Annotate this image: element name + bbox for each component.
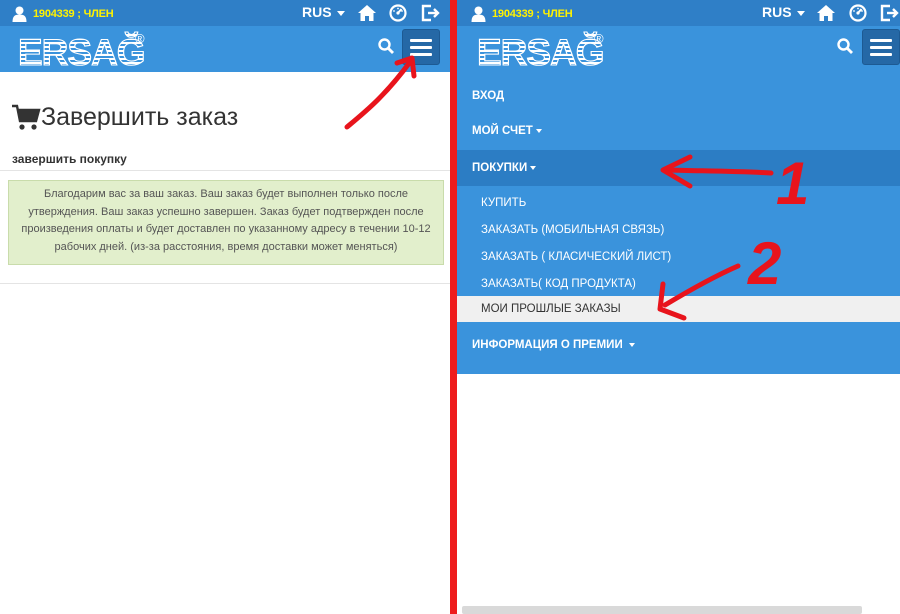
nav-subitem-order-code[interactable]: ЗАКАЗАТЬ( КОД ПРОДУКТА) xyxy=(457,270,900,297)
language-label: RUS xyxy=(762,4,792,20)
language-selector[interactable]: RUS xyxy=(302,3,345,21)
divider xyxy=(0,283,450,284)
caret-down-icon xyxy=(336,10,345,16)
success-alert: Благодарим вас за ваш заказ. Ваш заказ б… xyxy=(8,180,444,265)
alert-line: утверждения. Ваш заказ успешно завершен.… xyxy=(28,205,424,218)
nav-item-label: ВХОД xyxy=(472,90,505,102)
header: ERSAĞ ® xyxy=(457,26,900,72)
nav-subitem-label: ЗАКАЗАТЬ (МОБИЛЬНАЯ СВЯЗЬ) xyxy=(481,223,665,236)
alert-line: произведения оплаты и будет доставлен по… xyxy=(21,223,431,235)
alert-line: Благодарим вас за ваш заказ. Ваш заказ б… xyxy=(44,188,408,200)
nav-item-purchases[interactable]: ПОКУПКИ xyxy=(457,150,900,186)
dashboard-icon[interactable] xyxy=(848,3,868,23)
language-label: RUS xyxy=(302,4,332,20)
scrollbar[interactable] xyxy=(462,606,862,614)
header: ERSAĞ ® xyxy=(0,26,450,72)
logout-icon[interactable] xyxy=(879,3,899,23)
page-heading: Завершить заказ xyxy=(11,102,238,132)
nav-subitem-label: ЗАКАЗАТЬ ( КЛАСИЧЕСКИЙ ЛИСТ) xyxy=(481,250,672,263)
caret-down-icon xyxy=(530,166,537,170)
user-info[interactable]: 1904339 ; ЧЛЕН xyxy=(12,5,114,22)
user-icon xyxy=(12,6,27,22)
caret-down-icon xyxy=(628,343,635,347)
menu-toggle-button[interactable] xyxy=(862,29,900,65)
registered-mark: ® xyxy=(135,31,145,46)
top-bar: 1904339 ; ЧЛЕН RUS xyxy=(0,0,450,26)
user-id-role: 1904339 ; ЧЛЕН xyxy=(492,7,573,20)
user-id-role: 1904339 ; ЧЛЕН xyxy=(33,7,114,20)
nav-subitem-label: КУПИТЬ xyxy=(481,197,527,209)
page-subtitle: завершить покупку xyxy=(12,152,127,166)
cart-icon xyxy=(12,104,41,130)
language-selector[interactable]: RUS xyxy=(762,3,805,21)
dashboard-icon[interactable] xyxy=(388,3,408,23)
registered-mark: ® xyxy=(594,31,604,46)
nav-item-account[interactable]: МОЙ СЧЕТ xyxy=(457,117,900,145)
home-icon[interactable] xyxy=(816,3,836,23)
home-icon[interactable] xyxy=(357,3,377,23)
ersag-logo[interactable]: ERSAĞ ® xyxy=(18,30,153,68)
nav-item-label: ПОКУПКИ xyxy=(472,162,528,174)
search-icon[interactable] xyxy=(377,37,395,55)
nav-item-bonus-info[interactable]: ИНФОРМАЦИЯ О ПРЕМИИ xyxy=(457,331,900,359)
nav-subitem-past-orders[interactable]: МОИ ПРОШЛЫЕ ЗАКАЗЫ xyxy=(457,296,900,322)
search-icon[interactable] xyxy=(836,37,854,55)
right-screen: 1904339 ; ЧЛЕН RUS ERSAĞ ® ВХОД МОЙ СЧЕТ… xyxy=(457,0,900,614)
nav-subitem-buy[interactable]: КУПИТЬ xyxy=(457,190,900,216)
page-title: Завершить заказ xyxy=(41,102,239,131)
top-bar: 1904339 ; ЧЛЕН RUS xyxy=(457,0,900,26)
nav-subitem-order-mobile[interactable]: ЗАКАЗАТЬ (МОБИЛЬНАЯ СВЯЗЬ) xyxy=(457,216,900,243)
main-nav-menu: ВХОД МОЙ СЧЕТ ПОКУПКИ КУПИТЬ ЗАКАЗАТЬ (М… xyxy=(457,72,900,374)
nav-item-login[interactable]: ВХОД xyxy=(457,82,900,110)
red-divider xyxy=(450,0,457,614)
user-info[interactable]: 1904339 ; ЧЛЕН xyxy=(471,5,573,22)
ersag-logo[interactable]: ERSAĞ ® xyxy=(477,30,612,68)
nav-item-label: МОЙ СЧЕТ xyxy=(472,125,533,137)
divider xyxy=(0,170,450,171)
menu-toggle-button[interactable] xyxy=(402,29,440,65)
alert-line: рабочих дней. (из-за расстояния, время д… xyxy=(54,240,398,253)
logout-icon[interactable] xyxy=(420,3,440,23)
nav-item-label: ИНФОРМАЦИЯ О ПРЕМИИ xyxy=(472,339,623,351)
nav-subitem-label: ЗАКАЗАТЬ( КОД ПРОДУКТА) xyxy=(481,277,636,290)
caret-down-icon xyxy=(535,129,542,133)
caret-down-icon xyxy=(796,10,805,16)
nav-subitem-order-classic[interactable]: ЗАКАЗАТЬ ( КЛАСИЧЕСКИЙ ЛИСТ) xyxy=(457,243,900,270)
logo-text: ERSAĞ xyxy=(477,32,604,68)
logo-text: ERSAĞ xyxy=(18,32,145,68)
menu-icon xyxy=(410,38,432,42)
menu-icon xyxy=(870,38,892,42)
user-icon xyxy=(471,6,486,22)
nav-subitem-label: МОИ ПРОШЛЫЕ ЗАКАЗЫ xyxy=(481,303,621,315)
left-screen: 1904339 ; ЧЛЕН RUS ERSAĞ ® Завершить зак… xyxy=(0,0,450,614)
